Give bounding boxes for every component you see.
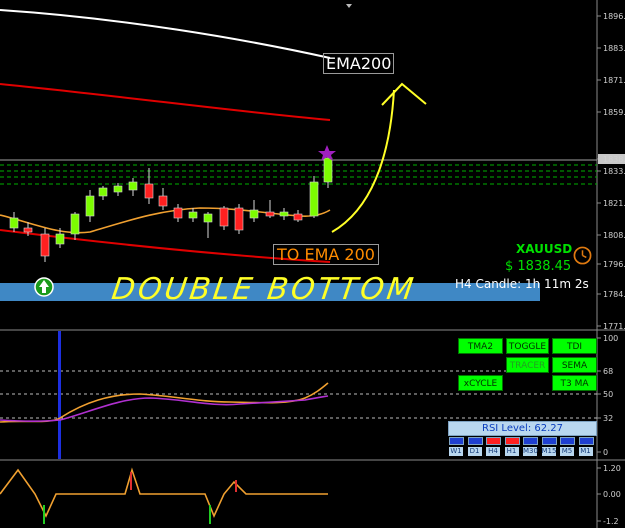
price-tick-label: 1833.: [603, 167, 625, 176]
tf-label-m15: M15: [541, 447, 557, 456]
price-tick-label: 1821.: [603, 199, 625, 208]
current-price-levels: [0, 159, 597, 185]
candlestick: [309, 176, 319, 218]
candlestick: [98, 186, 108, 200]
tf-color-w1: [449, 437, 464, 445]
tf-color-h1: [504, 437, 520, 445]
tf-color-m5: [560, 437, 575, 445]
red-ema-line: [0, 83, 331, 121]
price-axis: 1896. 1883. 1871. 1859. 1838. 1833. 1821. 1808.…: [597, 12, 625, 331]
sema-button[interactable]: SEMA: [552, 357, 597, 373]
tracer-button[interactable]: TRACER: [506, 357, 549, 373]
tf-color-m15: [541, 437, 557, 445]
candlestick: [323, 156, 333, 188]
rsi-axis: 100 68 50 32 0: [597, 334, 618, 457]
rsi-orange-line: [0, 382, 329, 423]
candlestick: [173, 204, 183, 222]
oscillator-panel: [0, 467, 328, 524]
candlestick: [158, 188, 168, 210]
to-ema200-label: TO EMA 200: [273, 244, 379, 265]
rsi-level-box: RSI Level: 62.27: [448, 421, 597, 436]
rsi-tick-label: 50: [603, 390, 613, 399]
osc-tick-label: 1.20: [603, 464, 621, 473]
candlestick: [279, 208, 289, 220]
vertical-cycle-marker: [58, 331, 61, 459]
osc-tick-label: -1.2: [603, 517, 619, 526]
price-tick-label: 1838.: [603, 155, 625, 164]
price-tick-label: 1896.: [603, 12, 625, 21]
projection-arrow: [331, 89, 395, 233]
candlestick: [144, 168, 154, 204]
candlestick: [128, 178, 138, 196]
candlestick: [265, 200, 275, 218]
tf-label-d1: D1: [467, 447, 482, 456]
ema200-label: EMA200: [323, 53, 395, 74]
price-tick-label: 1808.: [603, 231, 625, 240]
candle-timer: H4 Candle: 1h 11m 2s: [455, 277, 589, 291]
candlestick: [203, 212, 213, 238]
xcycle-button[interactable]: xCYCLE: [458, 375, 503, 391]
candlestick: [293, 210, 303, 222]
price-tick-label: 1859.: [603, 108, 625, 117]
clock-icon: [573, 246, 592, 265]
ema200-line: [0, 9, 331, 59]
rsi-tick-label: 32: [603, 414, 613, 423]
projection-arrow-head: [381, 82, 427, 106]
tf-label-h1: H1: [504, 447, 519, 456]
tdi-button[interactable]: TDI: [552, 338, 597, 354]
rsi-tick-label: 100: [603, 334, 618, 343]
tf-label-h4: H4: [486, 447, 500, 456]
candlestick: [188, 208, 198, 222]
price-tick-label: 1771.: [603, 322, 625, 331]
buy-arrow-icon: [34, 277, 54, 297]
candlestick: [234, 204, 244, 234]
tf-color-h4: [486, 437, 501, 445]
tf-label-m5: M5: [560, 447, 574, 456]
tma2-button[interactable]: TMA2: [458, 338, 503, 354]
price-label: $ 1838.45: [505, 259, 572, 274]
candlestick: [113, 183, 123, 196]
tf-label-m1: M1: [578, 447, 593, 456]
price-tick-label: 1796.: [603, 260, 625, 269]
price-tick-label: 1784.: [603, 290, 625, 299]
rsi-tick-label: 0: [603, 448, 608, 457]
handwritten-note: DOUBLE BOTTOM: [109, 272, 419, 307]
toggle-button[interactable]: TOGGLE: [506, 338, 549, 354]
rsi-tick-label: 68: [603, 367, 613, 376]
symbol-label: XAUUSD: [516, 242, 573, 256]
candlestick: [249, 200, 259, 222]
candlestick: [219, 206, 229, 230]
tf-color-d1: [467, 437, 483, 445]
oscillator-axis: 1.20 0.00 -1.2: [597, 464, 621, 526]
tf-label-m30: M30: [523, 447, 538, 456]
candlestick: [85, 190, 95, 222]
candlestick: [9, 212, 19, 232]
price-tick-label: 1871.: [603, 76, 625, 85]
candlestick: [40, 228, 50, 262]
price-tick-label: 1883.: [603, 44, 625, 53]
tf-color-m1: [578, 437, 594, 445]
shift-marker-icon: [346, 4, 352, 8]
t3ma-button[interactable]: T3 MA: [552, 375, 597, 391]
osc-tick-label: 0.00: [603, 490, 621, 499]
candlestick: [70, 212, 80, 240]
rsi-purple-line: [0, 395, 329, 422]
tf-label-w1: W1: [449, 447, 463, 456]
tf-color-m30: [523, 437, 538, 445]
